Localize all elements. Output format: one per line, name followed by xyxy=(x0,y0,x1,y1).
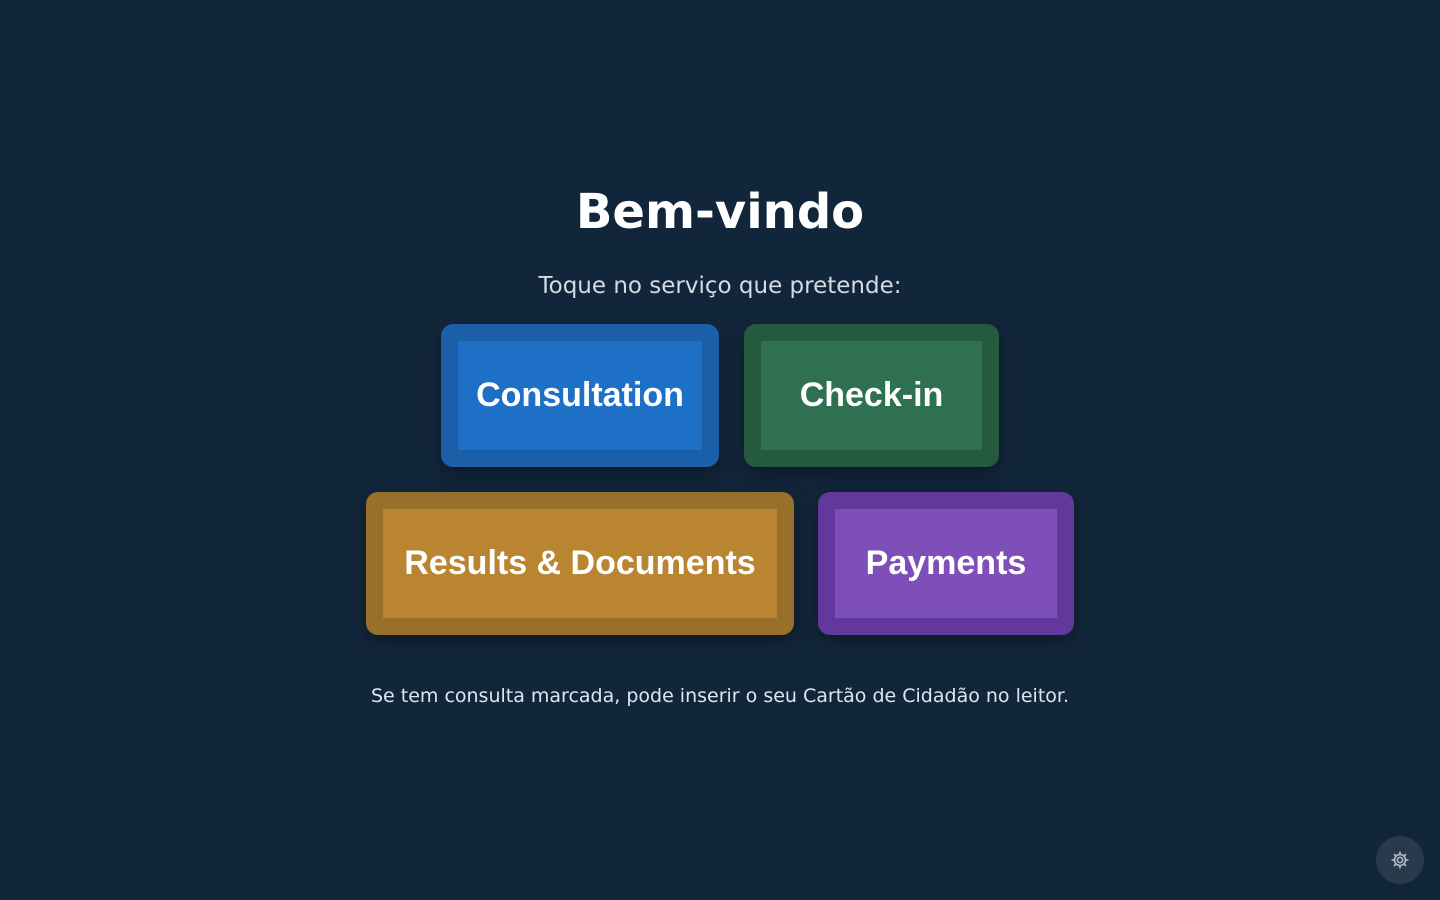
welcome-screen: Bem-vindo Toque no serviço que pretende:… xyxy=(0,0,1440,900)
consultation-button[interactable]: Consultation xyxy=(441,324,719,467)
results-documents-button[interactable]: Results & Documents xyxy=(366,492,794,635)
consultation-button-label: Consultation xyxy=(458,341,702,450)
settings-button[interactable] xyxy=(1376,836,1424,884)
payments-button-label: Payments xyxy=(835,509,1057,618)
check-in-button[interactable]: Check-in xyxy=(744,324,999,467)
page-subtitle: Toque no serviço que pretende: xyxy=(538,273,902,299)
page-title: Bem-vindo xyxy=(575,184,865,240)
gear-icon xyxy=(1390,850,1410,870)
results-documents-button-label: Results & Documents xyxy=(383,509,777,618)
card-reader-hint: Se tem consulta marcada, pode inserir o … xyxy=(370,685,1070,707)
check-in-button-label: Check-in xyxy=(761,341,982,450)
payments-button[interactable]: Payments xyxy=(818,492,1074,635)
